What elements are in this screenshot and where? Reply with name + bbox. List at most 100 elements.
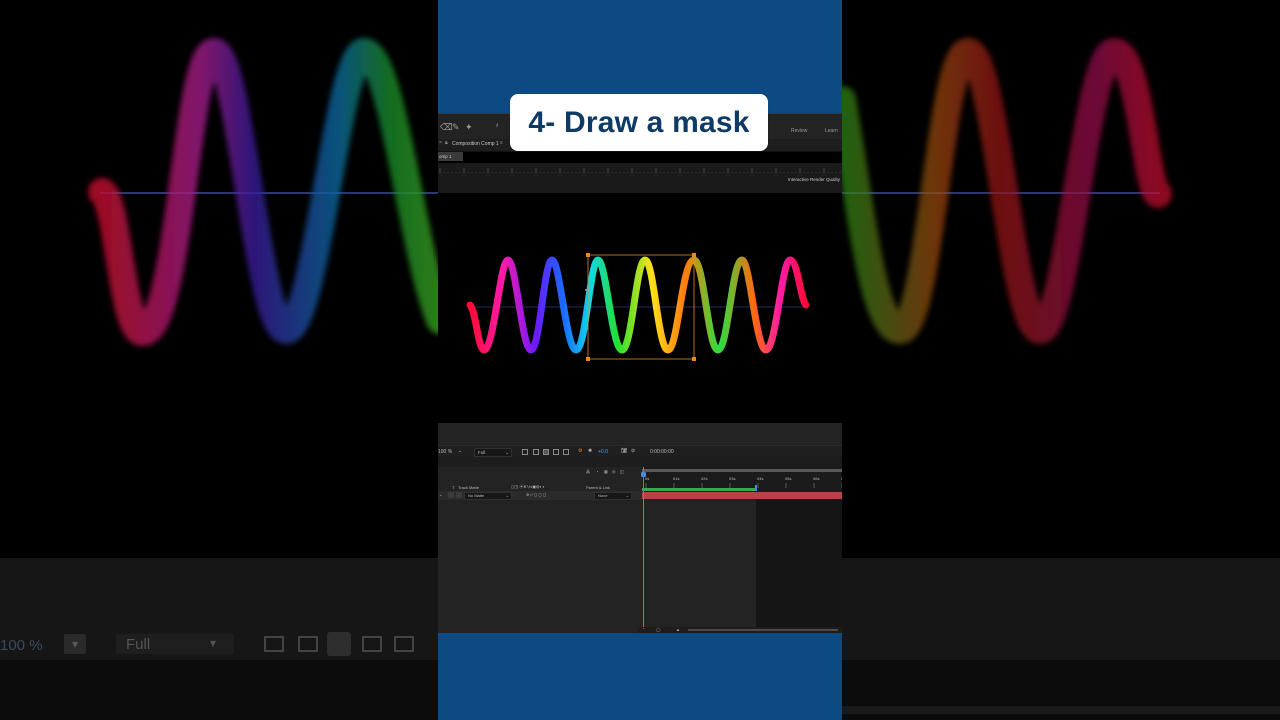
parent-value: None [598,493,608,498]
timeline-header [438,457,842,467]
time-navigator-bar[interactable] [642,469,842,472]
track-matte-value: No Matte [468,493,485,498]
mask-visibility-icon[interactable] [543,449,549,455]
viewer-lower-panel [438,423,842,445]
mask-vertex-top-left[interactable] [586,253,590,257]
fast-preview-icon[interactable]: ✺ [588,448,592,454]
shy-icon[interactable]: ◔ [596,469,598,474]
bg-region-icon [264,636,284,652]
time-ruler-label: 02s [701,476,707,481]
puppet-pin-tool-icon[interactable]: ✦ [465,122,473,133]
zoom-in-icon[interactable]: ▲ [676,627,680,632]
timeline-zoom-track[interactable] [688,629,838,631]
panel-menu-icon[interactable]: ≡ [500,140,503,146]
time-ruler[interactable]: 0s01s02s03s04s05s06s07s [642,474,842,488]
playhead-handle[interactable] [641,472,646,477]
mask-vertex-bottom-left[interactable] [586,357,590,361]
region-of-interest-icon[interactable] [522,449,528,455]
bg-resolution-text: Full [126,636,151,653]
work-area-bar[interactable] [642,488,756,491]
zoom-out-icon[interactable]: ⌃ [642,627,645,632]
mask-vertex-bottom-right[interactable] [692,357,696,361]
step-title-card: 4- Draw a mask [510,94,768,151]
exposure-value[interactable]: +0.0 [598,449,608,455]
horizontal-ruler [438,163,842,176]
roto-brush-tool-icon[interactable]: ✎ [452,122,460,133]
zoom-value[interactable]: 100 % [438,449,452,455]
graph-editor-icon[interactable]: ◫ [620,469,624,474]
resolution-chevron-down-icon: ⌄ [505,450,509,455]
frame-blend-icon[interactable]: ▦ [604,469,608,474]
zoom-slider-knob-icon[interactable]: ◯ [656,627,660,632]
bg-chevron-down-icon: ▾ [210,636,217,650]
work-area-end-handle[interactable] [755,485,757,491]
eraser-tool-icon[interactable]: ⌫ [440,122,453,133]
mask-vertex-top-right[interactable] [692,253,696,257]
toolbar-pin-icon: ᵈ [496,124,499,130]
layer-panel: ⁂ ◔ ▦ ◎ ◫ T Track Matte ◻◳ ⦿✲∖fx▣◍◐◑ Par… [438,467,642,633]
time-ruler-label: 07s [841,476,842,481]
work-area-region [642,499,756,633]
time-ruler-label: 04s [757,476,763,481]
beyond-work-area [756,499,842,633]
resolution-value: Full [478,450,486,455]
track-matte-chevron-icon: ⌄ [505,493,509,498]
playhead-line[interactable] [643,467,644,633]
layer-duration-bar[interactable] [642,492,842,499]
workspace-review[interactable]: Review [791,128,807,134]
layer-solo-icon[interactable] [456,492,462,498]
timeline-zoom-bar: ⌃ ◯ ▲ [638,627,842,633]
parent-link-header: Parent & Link [586,485,611,490]
video-column: ⌫ ✎ ✦ ᵈ Review Learn × 🔒︎ Composition Co… [438,0,842,720]
bg-mask-icon [327,632,351,656]
zoom-chevron-down-icon[interactable]: ⌄ [458,448,462,454]
bg-resolution-dropdown: Full ▾ [116,634,234,654]
mask-anchor-point [585,289,587,291]
show-snapshot-icon[interactable]: ⊘ [631,448,635,454]
track-matte-header: Track Matte [458,485,479,490]
bg-safe-icon [362,636,382,652]
render-quality-label: Interactive Render Quality [787,177,840,182]
draft-3d-icon[interactable]: ⁂ [586,469,590,474]
step-title-text: 4- Draw a mask [528,105,750,139]
timecode[interactable]: 0:00:00:00 [650,449,674,455]
time-ruler-label: 06s [813,476,819,481]
layer-label-swatch[interactable] [448,492,454,498]
time-ruler-label: 03s [729,476,735,481]
time-ruler-label: 01s [673,476,679,481]
wave-layer [466,253,810,361]
composition-viewer[interactable] [438,193,842,423]
switches-header-icons: ◻◳ ⦿✲∖fx▣◍◐◑ [511,484,545,489]
layer-switches-icons[interactable]: ✲ ⁄ ⁄ ◻ ◻ ◻ [526,492,546,497]
time-ruler-label: 05s [785,476,791,481]
bg-grid-icon [298,636,318,652]
parent-chevron-icon: ⌄ [625,493,629,498]
parent-dropdown[interactable]: None ⌄ [594,492,632,500]
panel-lock-icon[interactable]: 🔒︎ [445,140,448,146]
resolution-dropdown[interactable]: Full ⌄ [474,448,512,457]
snapshot-icon[interactable] [563,449,569,455]
layer-expand-chevron-icon[interactable]: ⌄ [439,492,442,497]
layer-row[interactable]: ⌄ No Matte ⌄ ✲ ⁄ ⁄ ◻ ◻ ◻ None ⌄ [438,491,642,500]
camera-snapshot-icon[interactable]: 📷︎ [621,448,627,454]
bg-zoom-text: 100 % [0,637,43,654]
bg-zoom-dropdown-icon: ▾ [64,634,86,654]
motion-blur-icon[interactable]: ◎ [612,469,616,474]
color-management-icon[interactable]: ⚙ [578,448,582,454]
after-effects-window: ⌫ ✎ ✦ ᵈ Review Learn × 🔒︎ Composition Co… [438,113,842,633]
guides-icon[interactable] [553,449,559,455]
panel-close-icon[interactable]: × [439,140,442,146]
viewer-top-strip: Interactive Render Quality [438,173,842,193]
composition-panel-title[interactable]: Composition Comp 1 [452,141,499,147]
timeline-panel: ⁂ ◔ ▦ ◎ ◫ T Track Matte ◻◳ ⦿✲∖fx▣◍◐◑ Par… [438,457,842,633]
bg-snapshot-icon [394,636,414,652]
track-matte-column-icon: T [452,485,455,490]
bg-wave-right [828,37,1172,345]
workspace-learn[interactable]: Learn [825,128,838,134]
bg-scrollbar [842,706,1280,714]
transparency-grid-icon[interactable] [533,449,539,455]
time-graph[interactable]: 0s01s02s03s04s05s06s07s [641,467,842,633]
rainbow-wave-stroke[interactable] [466,256,810,354]
composition-tab[interactable]: omp 1 [438,152,463,161]
track-matte-dropdown[interactable]: No Matte ⌄ [464,492,512,500]
